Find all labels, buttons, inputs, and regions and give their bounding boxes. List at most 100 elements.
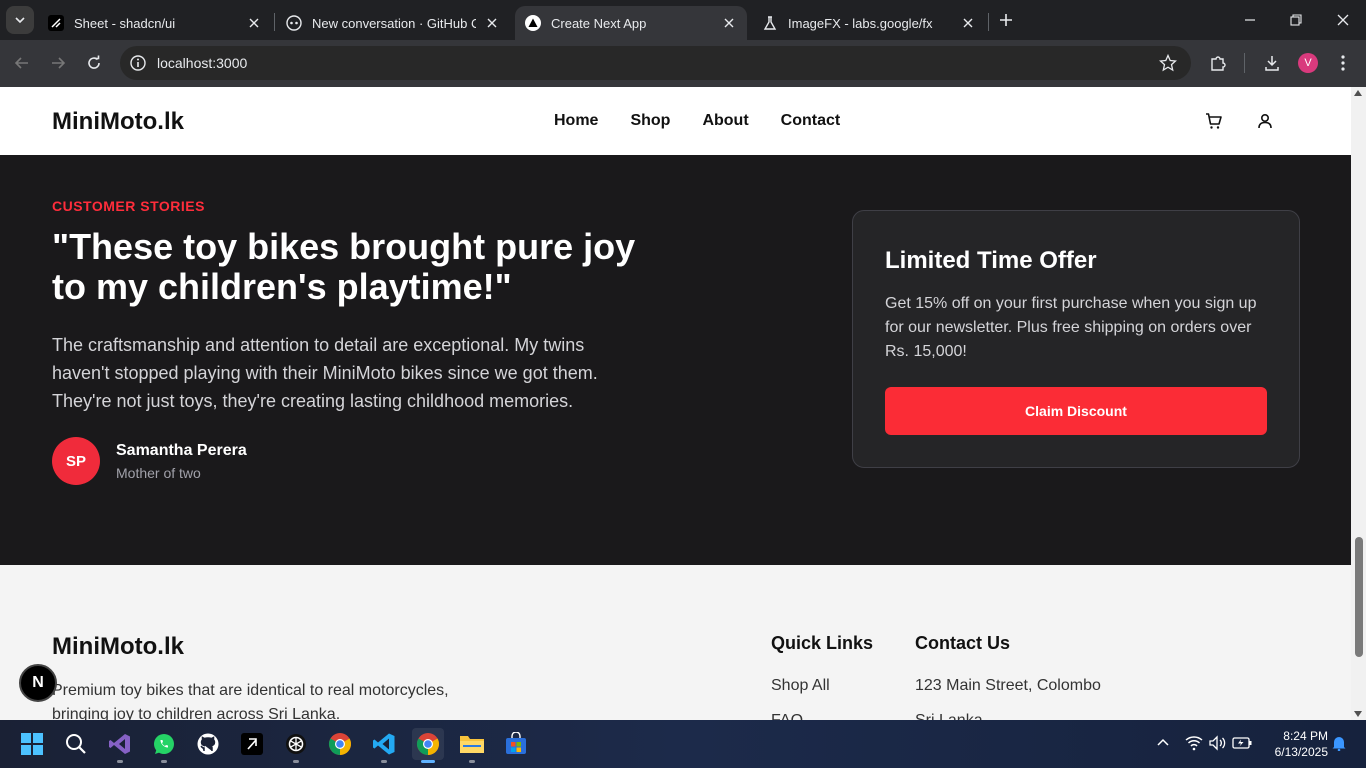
extensions-button[interactable] [1207, 52, 1229, 74]
running-indicator [469, 760, 475, 763]
vscode-icon [373, 733, 395, 755]
tray-volume[interactable] [1207, 732, 1229, 754]
contact-country: Sri Lanka [915, 712, 983, 720]
running-indicator [117, 760, 123, 763]
nav-shop[interactable]: Shop [630, 112, 670, 130]
speaker-icon [1209, 735, 1226, 751]
page-scrollbar[interactable] [1351, 87, 1366, 720]
page-viewport: MiniMoto.lk Home Shop About Contact CUST… [0, 87, 1351, 720]
windows-logo-icon [21, 733, 43, 755]
nav-contact[interactable]: Contact [781, 112, 841, 130]
scroll-down-arrow[interactable] [1354, 711, 1362, 717]
tab-github-copilot[interactable]: New conversation · GitHub Cop [276, 6, 510, 40]
bell-icon [1332, 737, 1346, 751]
offer-card: Limited Time Offer Get 15% off on your f… [852, 210, 1300, 468]
cart-icon [1206, 113, 1222, 129]
taskbar-visual-studio[interactable] [104, 728, 136, 763]
store-icon [506, 732, 526, 754]
nav-about[interactable]: About [702, 112, 748, 130]
browser-menu-button[interactable] [1332, 52, 1354, 74]
tray-battery[interactable] [1231, 732, 1253, 754]
main-nav: Home Shop About Contact [554, 112, 840, 130]
start-button[interactable] [16, 728, 48, 760]
url-text[interactable]: localhost:3000 [157, 55, 247, 71]
nav-home[interactable]: Home [554, 112, 598, 130]
tray-wifi[interactable] [1183, 732, 1205, 754]
cart-button[interactable] [1204, 111, 1224, 131]
close-icon[interactable] [721, 15, 737, 31]
customer-stories-section: CUSTOMER STORIES "These toy bikes brough… [0, 155, 1351, 565]
footer-logo[interactable]: MiniMoto.lk [52, 633, 184, 661]
footer-link-faq[interactable]: FAQ [771, 712, 803, 720]
taskbar-cursor[interactable] [236, 728, 268, 760]
taskbar-vscode[interactable] [368, 728, 400, 763]
chevron-down-icon [15, 17, 25, 24]
running-indicator [161, 760, 167, 763]
taskbar-github[interactable] [192, 728, 224, 760]
testimonial-quote: "These toy bikes brought pure joy to my … [52, 226, 636, 307]
back-button[interactable] [9, 50, 35, 76]
tab-title: Sheet - shadcn/ui [74, 15, 176, 31]
nextjs-dev-indicator[interactable]: N [19, 664, 57, 702]
tab-search-button[interactable] [6, 6, 34, 34]
site-logo[interactable]: MiniMoto.lk [52, 108, 184, 136]
folder-icon [460, 736, 484, 753]
minimize-button[interactable] [1238, 8, 1262, 32]
site-header: MiniMoto.lk Home Shop About Contact [0, 87, 1351, 155]
tab-sheet-shadcn[interactable]: Sheet - shadcn/ui [38, 6, 272, 40]
contact-address: 123 Main Street, Colombo [915, 677, 1101, 694]
copilot-icon [286, 15, 302, 31]
puzzle-icon [1211, 56, 1226, 71]
close-icon[interactable] [246, 15, 262, 31]
clock-date: 6/13/2025 [1274, 745, 1328, 759]
forward-button[interactable] [45, 50, 71, 76]
claim-discount-button[interactable]: Claim Discount [885, 387, 1267, 435]
nextjs-icon [525, 15, 541, 31]
chatgpt-icon [286, 734, 306, 754]
taskbar-clock[interactable]: 8:24 PM 6/13/2025 [1262, 728, 1328, 760]
close-window-button[interactable] [1331, 8, 1355, 32]
bookmark-star-icon[interactable] [1159, 54, 1177, 72]
site-info-icon[interactable] [129, 54, 147, 72]
taskbar-chrome-active[interactable] [412, 728, 444, 763]
taskbar-whatsapp[interactable] [148, 728, 180, 763]
visual-studio-icon [109, 734, 130, 754]
toolbar-divider [1244, 53, 1245, 73]
tab-imagefx[interactable]: ImageFX - labs.google/fx [752, 6, 986, 40]
profile-avatar[interactable]: V [1298, 53, 1318, 73]
chrome-icon [417, 733, 439, 755]
scrollbar-thumb[interactable] [1355, 537, 1363, 657]
search-icon [66, 734, 86, 754]
taskbar-search[interactable] [60, 728, 92, 760]
taskbar-microsoft-store[interactable] [500, 728, 532, 760]
close-icon[interactable] [484, 15, 500, 31]
address-bar[interactable]: localhost:3000 [120, 46, 1191, 80]
notifications-button[interactable] [1328, 732, 1350, 754]
minimize-icon [1245, 19, 1255, 21]
new-tab-button[interactable] [994, 8, 1018, 32]
footer-link-shop-all[interactable]: Shop All [771, 677, 830, 695]
downloads-button[interactable] [1261, 52, 1283, 74]
reload-button[interactable] [81, 50, 107, 76]
author-avatar: SP [52, 437, 100, 485]
close-icon [1337, 14, 1349, 26]
offer-title: Limited Time Offer [885, 247, 1097, 274]
restore-button[interactable] [1284, 8, 1308, 32]
kebab-menu-icon [1341, 55, 1345, 71]
taskbar-chrome[interactable] [324, 728, 356, 760]
scroll-up-arrow[interactable] [1354, 90, 1362, 96]
browser-toolbar: localhost:3000 [0, 40, 1366, 87]
taskbar-file-explorer[interactable] [456, 728, 488, 763]
flask-icon [762, 15, 778, 31]
tab-title: ImageFX - labs.google/fx [788, 15, 933, 31]
cursor-icon [241, 733, 263, 755]
testimonial-body: The craftsmanship and attention to detai… [52, 335, 598, 411]
taskbar-chatgpt[interactable] [280, 728, 312, 763]
account-button[interactable] [1255, 111, 1275, 131]
tab-create-next-app[interactable]: Create Next App [515, 6, 747, 40]
tray-overflow-button[interactable] [1152, 732, 1174, 754]
arrow-left-icon [14, 57, 28, 69]
contact-title: Contact Us [915, 633, 1011, 653]
close-icon[interactable] [960, 15, 976, 31]
download-icon [1265, 56, 1279, 71]
